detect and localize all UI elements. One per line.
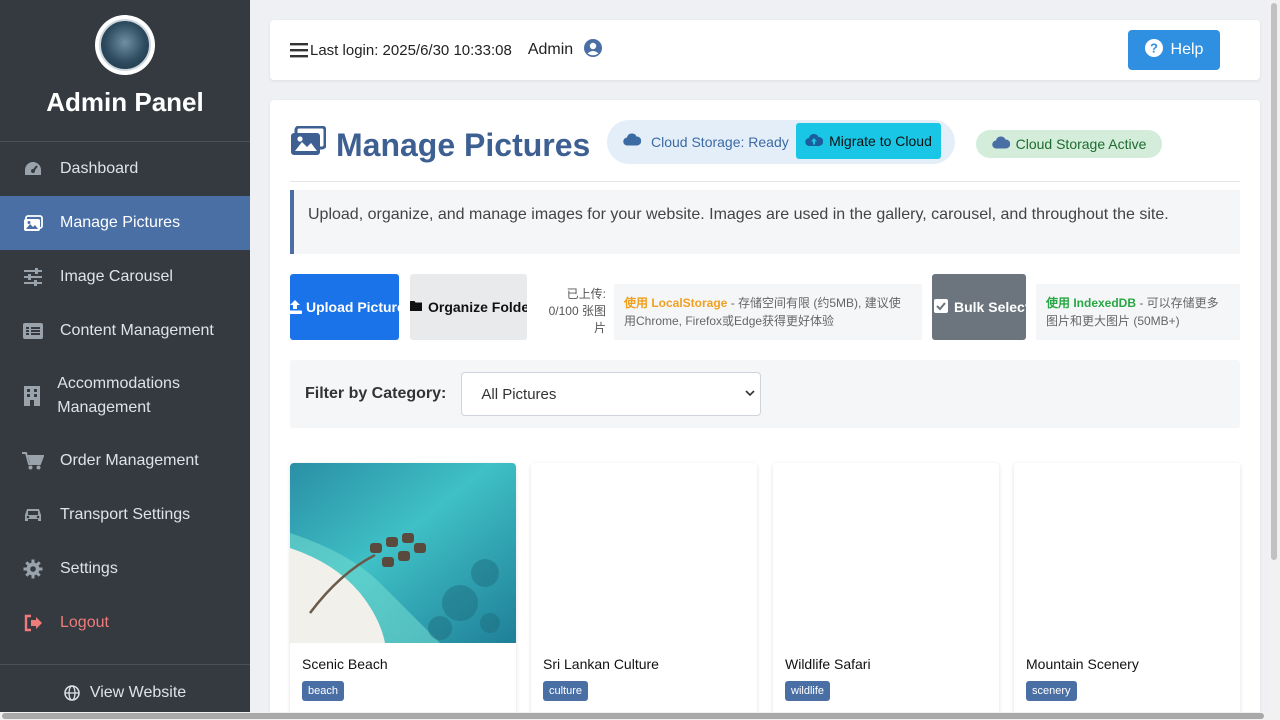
tachometer-icon bbox=[22, 160, 44, 178]
picture-grid: Scenic Beach beach Sri Lankan Culture cu… bbox=[290, 463, 1240, 720]
main-content: Manage Pictures Cloud Storage: Ready Mig… bbox=[270, 100, 1260, 720]
list-alt-icon bbox=[22, 323, 44, 339]
migrate-label: Migrate to Cloud bbox=[829, 133, 932, 149]
upload-picture-button[interactable]: Upload Picture bbox=[290, 274, 399, 340]
sidebar-item-content-management[interactable]: Content Management bbox=[0, 304, 250, 358]
building-icon bbox=[22, 386, 41, 406]
cloud-storage-status: Cloud Storage: Ready Migrate to Cloud bbox=[607, 120, 955, 164]
picture-name: Mountain Scenery bbox=[1026, 656, 1139, 672]
picture-thumbnail[interactable] bbox=[773, 463, 999, 643]
bulk-select-label: Bulk Select bbox=[954, 299, 1026, 315]
organize-folder-button[interactable]: Organize Folder bbox=[410, 274, 527, 340]
picture-thumbnail[interactable] bbox=[1014, 463, 1240, 643]
selected-category: All Pictures bbox=[481, 385, 557, 403]
brand-title: Admin Panel bbox=[46, 87, 204, 117]
cart-icon bbox=[22, 452, 44, 470]
organize-label: Organize Folder bbox=[428, 299, 527, 315]
sidebar-item-label: Transport Settings bbox=[60, 506, 191, 523]
picture-card[interactable]: Sri Lankan Culture culture bbox=[531, 463, 757, 720]
sidebar-item-manage-pictures[interactable]: Manage Pictures bbox=[0, 196, 250, 250]
question-circle-icon: ? bbox=[1144, 38, 1163, 62]
category-badge: culture bbox=[543, 681, 589, 701]
chevron-down-icon bbox=[744, 387, 756, 399]
scrollbar-thumb[interactable] bbox=[2, 713, 1264, 719]
page-header: Manage Pictures Cloud Storage: Ready Mig… bbox=[290, 120, 1240, 182]
sidebar-item-transport-settings[interactable]: Transport Settings bbox=[0, 488, 250, 542]
localstorage-highlight: 使用 LocalStorage bbox=[624, 296, 728, 310]
vertical-scrollbar[interactable] bbox=[1268, 0, 1280, 720]
picture-name: Wildlife Safari bbox=[785, 656, 871, 672]
sidebar-item-label: Image Carousel bbox=[60, 268, 173, 285]
sidebar-item-dashboard[interactable]: Dashboard bbox=[0, 142, 250, 196]
top-bar: Last login: 2025/6/30 10:33:08 Admin ? H… bbox=[270, 20, 1260, 80]
picture-thumbnail[interactable] bbox=[531, 463, 757, 643]
category-badge: scenery bbox=[1026, 681, 1077, 701]
svg-text:?: ? bbox=[1150, 40, 1158, 55]
sidebar-brand: Admin Panel bbox=[0, 0, 250, 142]
sidebar-item-label: Manage Pictures bbox=[60, 214, 181, 231]
help-label: Help bbox=[1170, 41, 1204, 58]
sidebar-item-label: Accommodations Management bbox=[57, 375, 180, 416]
last-login-text: Last login: 2025/6/30 10:33:08 bbox=[310, 41, 512, 59]
uploaded-count: 已上传: 0/100 张图片 bbox=[548, 287, 606, 335]
folder-icon bbox=[410, 299, 422, 315]
filter-label: Filter by Category: bbox=[305, 385, 447, 402]
cloud-icon bbox=[623, 133, 642, 151]
picture-thumbnail[interactable] bbox=[290, 463, 516, 643]
sidebar-item-label: Dashboard bbox=[60, 160, 139, 177]
scrollbar-thumb[interactable] bbox=[1271, 3, 1277, 560]
picture-card[interactable]: Wildlife Safari wildlife bbox=[773, 463, 999, 720]
page-title: Manage Pictures bbox=[290, 125, 591, 164]
category-badge: wildlife bbox=[785, 681, 831, 701]
images-icon bbox=[290, 125, 327, 164]
page-description: Upload, organize, and manage images for … bbox=[290, 190, 1240, 254]
help-button[interactable]: ? Help bbox=[1128, 30, 1220, 70]
category-select[interactable]: All Pictures bbox=[461, 372, 762, 416]
view-website-label: View Website bbox=[89, 683, 187, 701]
sign-out-icon bbox=[22, 614, 44, 632]
images-icon bbox=[22, 214, 44, 232]
cloud-upload-icon bbox=[805, 133, 824, 150]
picture-card[interactable]: Mountain Scenery scenery bbox=[1014, 463, 1240, 720]
indexeddb-notice: 使用 IndexedDB - 可以存储更多图片和更大图片 (50MB+) bbox=[1036, 284, 1240, 340]
company-logo[interactable] bbox=[95, 15, 155, 75]
sidebar-item-label: Content Management bbox=[60, 322, 214, 339]
upload-label: Upload Picture bbox=[306, 299, 399, 315]
sidebar-nav: Dashboard Manage Pictures Image Carousel… bbox=[0, 142, 250, 650]
bulk-select-button[interactable]: Bulk Select bbox=[932, 274, 1026, 340]
hamburger-icon[interactable] bbox=[290, 42, 308, 58]
cloud-active-badge: Cloud Storage Active bbox=[976, 130, 1162, 158]
picture-toolbar: Upload Picture Organize Folder 已上传: 0/10… bbox=[290, 274, 1240, 340]
migrate-to-cloud-button[interactable]: Migrate to Cloud bbox=[796, 123, 941, 159]
sliders-icon bbox=[22, 268, 44, 286]
car-icon bbox=[22, 507, 44, 523]
gear-icon bbox=[22, 559, 44, 579]
horizontal-scrollbar[interactable] bbox=[0, 712, 1280, 720]
page-title-text: Manage Pictures bbox=[336, 126, 591, 163]
cloud-active-text: Cloud Storage Active bbox=[1015, 136, 1147, 152]
localstorage-notice: 使用 LocalStorage - 存储空间有限 (约5MB), 建议使用Chr… bbox=[614, 284, 922, 340]
cloud-icon bbox=[991, 136, 1010, 152]
upload-icon bbox=[290, 300, 302, 314]
user-circle-icon[interactable] bbox=[583, 38, 603, 63]
sidebar-item-settings[interactable]: Settings bbox=[0, 542, 250, 596]
sidebar-item-order-management[interactable]: Order Management bbox=[0, 434, 250, 488]
sidebar-item-label: Order Management bbox=[60, 452, 199, 469]
globe-icon bbox=[64, 684, 80, 701]
picture-card[interactable]: Scenic Beach beach bbox=[290, 463, 516, 720]
category-badge: beach bbox=[302, 681, 344, 701]
sidebar-item-label: Logout bbox=[60, 614, 109, 631]
sidebar-item-image-carousel[interactable]: Image Carousel bbox=[0, 250, 250, 304]
indexeddb-highlight: 使用 IndexedDB bbox=[1046, 296, 1137, 310]
cloud-status-text: Cloud Storage: Ready bbox=[651, 134, 789, 150]
sidebar-item-label: Settings bbox=[60, 560, 118, 577]
check-square-icon bbox=[934, 298, 948, 316]
category-filter: Filter by Category: All Pictures bbox=[290, 360, 1240, 428]
sidebar-item-accommodations[interactable]: Accommodations Management bbox=[0, 358, 250, 434]
sidebar-item-logout[interactable]: Logout bbox=[0, 596, 250, 650]
sidebar: Admin Panel Dashboard Manage Pictures Im… bbox=[0, 0, 250, 720]
admin-name: Admin bbox=[527, 41, 574, 58]
picture-name: Sri Lankan Culture bbox=[543, 656, 659, 672]
picture-name: Scenic Beach bbox=[302, 656, 388, 672]
